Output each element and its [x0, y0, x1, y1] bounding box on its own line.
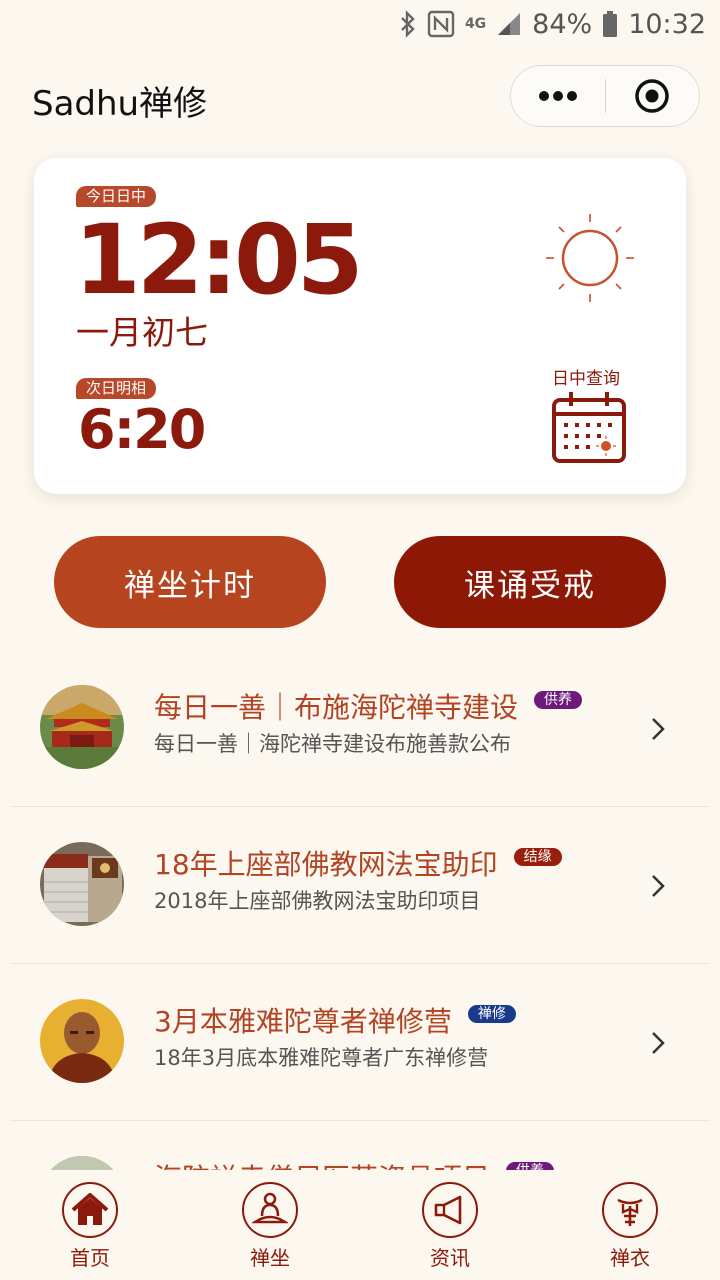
project-list: 每日一善｜布施海陀禅寺建设 供养 每日一善｜海陀禅寺建设布施善款公布 18年上座…	[10, 650, 710, 1170]
list-item[interactable]: 海陀禅寺僧尼医药资具项目 供养	[10, 1121, 710, 1170]
item-subtitle: 18年3月底本雅难陀尊者广东禅修营	[154, 1046, 489, 1070]
category-badge: 供养	[534, 691, 583, 709]
battery-icon	[602, 10, 618, 38]
more-dots-icon	[538, 91, 577, 101]
monk-thumbnail	[40, 999, 124, 1083]
tab-robe[interactable]: 禅衣	[540, 1170, 720, 1280]
temple-thumbnail	[40, 685, 124, 769]
meditator-icon	[242, 1182, 298, 1238]
category-badge: 禅修	[467, 1005, 516, 1023]
category-badge: 供养	[506, 1162, 555, 1170]
list-item[interactable]: 每日一善｜布施海陀禅寺建设 供养 每日一善｜海陀禅寺建设布施善款公布	[10, 650, 710, 807]
chanting-precepts-button[interactable]: 课诵受戒	[394, 536, 666, 628]
item-title: 18年上座部佛教网法宝助印 结缘	[154, 843, 562, 883]
item-subtitle: 每日一善｜海陀禅寺建设布施善款公布	[154, 732, 511, 756]
megaphone-icon	[422, 1182, 478, 1238]
close-miniprogram-button[interactable]	[606, 65, 700, 127]
meditation-timer-button[interactable]: 禅坐计时	[54, 536, 326, 628]
chevron-right-icon	[652, 1032, 665, 1054]
category-badge: 结缘	[513, 848, 562, 866]
chevron-right-icon	[652, 875, 665, 897]
nfc-icon	[427, 10, 455, 38]
tab-news[interactable]: 资讯	[360, 1170, 540, 1280]
clock: 10:32	[628, 8, 706, 40]
sun-icon	[546, 214, 634, 302]
title-bar: Sadhu禅修	[0, 48, 720, 146]
books-thumbnail	[40, 842, 124, 926]
battery-percent: 84%	[532, 8, 593, 40]
calendar-icon[interactable]	[551, 390, 627, 464]
item-title-text: 18年上座部佛教网法宝助印	[154, 848, 498, 881]
today-noon-time: 12:05	[74, 204, 364, 316]
item-title: 海陀禅寺僧尼医药资具项目 供养	[154, 1157, 555, 1170]
app-title: Sadhu禅修	[32, 84, 208, 124]
tab-meditation[interactable]: 禅坐	[180, 1170, 360, 1280]
noon-query-label[interactable]: 日中查询	[552, 364, 620, 389]
home-icon	[62, 1182, 118, 1238]
target-icon	[635, 79, 669, 113]
item-title: 每日一善｜布施海陀禅寺建设 供养	[154, 686, 583, 726]
list-item[interactable]: 18年上座部佛教网法宝助印 结缘 2018年上座部佛教网法宝助印项目	[10, 807, 710, 964]
tab-label: 禅坐	[250, 1246, 290, 1270]
bluetooth-icon	[399, 10, 417, 38]
item-subtitle: 2018年上座部佛教网法宝助印项目	[154, 889, 481, 913]
robe-icon	[602, 1182, 658, 1238]
item-title-text: 3月本雅难陀尊者禅修营	[154, 1005, 452, 1038]
item-title-text: 海陀禅寺僧尼医药资具项目	[154, 1157, 490, 1170]
bottom-tab-bar: 首页 禅坐 资讯 禅衣	[0, 1170, 720, 1280]
chevron-right-icon	[652, 718, 665, 740]
item-title: 3月本雅难陀尊者禅修营 禅修	[154, 1000, 516, 1040]
miniprogram-capsule	[510, 65, 700, 127]
clinic-thumbnail	[40, 1156, 124, 1170]
item-title-text: 每日一善｜布施海陀禅寺建设	[154, 691, 519, 724]
signal-icon	[496, 11, 522, 37]
tab-label: 资讯	[430, 1246, 470, 1270]
tab-label: 首页	[70, 1246, 110, 1270]
status-bar: 4G 84% 10:32	[0, 0, 720, 48]
next-dawn-time: 6:20	[78, 398, 206, 461]
tab-label: 禅衣	[610, 1246, 650, 1270]
time-card: 今日日中 12:05 一月初七 次日明相 6:20 日中查询	[34, 158, 686, 494]
next-tag: 次日明相	[76, 378, 157, 399]
network-type: 4G	[464, 16, 487, 32]
list-item[interactable]: 3月本雅难陀尊者禅修营 禅修 18年3月底本雅难陀尊者广东禅修营	[10, 964, 710, 1121]
lunar-date: 一月初七	[76, 313, 208, 352]
more-button[interactable]	[511, 65, 605, 127]
tab-home[interactable]: 首页	[0, 1170, 180, 1280]
